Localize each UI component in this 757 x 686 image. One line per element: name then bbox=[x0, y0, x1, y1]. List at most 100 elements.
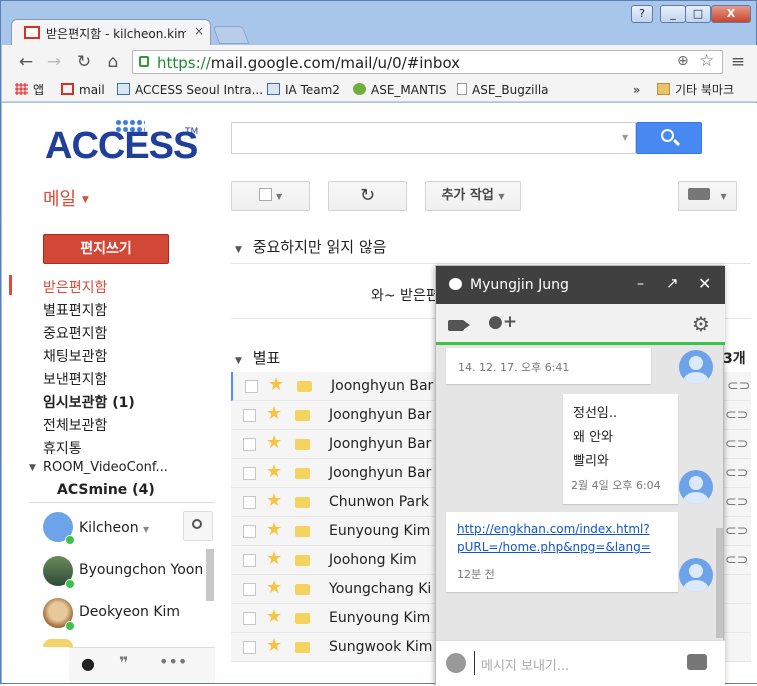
contacts-scrollbar[interactable] bbox=[206, 549, 214, 601]
bookmark-star-icon[interactable]: ☆ bbox=[699, 51, 714, 71]
star-icon[interactable]: ★ bbox=[266, 433, 282, 453]
settings-gear-icon[interactable]: ⚙ bbox=[692, 312, 710, 336]
nav-important[interactable]: 중요편지함 bbox=[43, 323, 107, 343]
forward-icon[interactable]: → bbox=[43, 52, 65, 72]
search-dropdown-icon[interactable]: ▼ bbox=[622, 133, 628, 142]
bookmark-bugzilla[interactable]: ASE_Bugzilla bbox=[457, 81, 549, 99]
lock-icon bbox=[139, 56, 149, 67]
row-checkbox[interactable] bbox=[243, 467, 256, 480]
nav-trash[interactable]: 휴지통 bbox=[43, 438, 82, 458]
row-sender: Eunyoung Kim bbox=[329, 610, 431, 626]
chat-window: Myungjin Jung – ↗ ✕ ●+ ⚙ 14. 12. 17. 오후 … bbox=[435, 265, 725, 686]
more-actions-button[interactable]: 추가 작업 ▼ bbox=[425, 181, 521, 211]
nav-chats[interactable]: 채팅보관함 bbox=[43, 346, 107, 366]
logo-text: ACCESS bbox=[45, 125, 198, 167]
nav-acsmine-label[interactable]: ACSmine (4) bbox=[57, 482, 155, 498]
nav-all-mail[interactable]: 전체보관함 bbox=[43, 415, 107, 435]
mail-menu[interactable]: 메일 ▼ bbox=[43, 185, 89, 211]
back-icon[interactable]: ← bbox=[15, 52, 37, 72]
compose-label: 편지쓰기 bbox=[80, 241, 132, 257]
tab-inbox[interactable]: 받은편지함 - kilcheon.kim × bbox=[11, 19, 211, 46]
star-icon[interactable]: ★ bbox=[266, 607, 282, 627]
my-status[interactable]: Kilcheon ▼ bbox=[79, 520, 149, 536]
nav-sent[interactable]: 보낸편지함 bbox=[43, 369, 107, 389]
message-input[interactable]: 메시지 보내기... bbox=[474, 651, 674, 675]
minimize-chat-icon[interactable]: – bbox=[637, 276, 644, 292]
row-sender: Eunyoung Kim bbox=[329, 523, 431, 539]
row-checkbox[interactable] bbox=[243, 409, 256, 422]
home-icon[interactable]: ⌂ bbox=[102, 52, 124, 72]
refresh-button[interactable]: ↻ bbox=[328, 181, 407, 211]
section-important-unread[interactable]: ▼ 중요하지만 읽지 않음 bbox=[235, 236, 386, 257]
select-all-button[interactable]: ▼ bbox=[231, 181, 310, 211]
bookmarks-overflow-icon[interactable]: » bbox=[633, 81, 640, 99]
row-checkbox[interactable] bbox=[243, 525, 256, 538]
close-chat-icon[interactable]: ✕ bbox=[698, 274, 711, 293]
star-icon[interactable]: ★ bbox=[266, 636, 282, 656]
chat-input-bar: 메시지 보내기... bbox=[436, 640, 725, 686]
row-checkbox[interactable] bbox=[243, 554, 256, 567]
contact-avatar[interactable] bbox=[43, 639, 73, 647]
star-icon[interactable]: ★ bbox=[266, 404, 282, 424]
tab-close-icon[interactable]: × bbox=[194, 24, 204, 38]
add-person-icon[interactable]: ●+ bbox=[488, 312, 517, 332]
zoom-icon[interactable]: ⊕ bbox=[677, 53, 689, 69]
row-checkbox[interactable] bbox=[243, 641, 256, 654]
camera-icon[interactable] bbox=[687, 654, 707, 670]
contact-name[interactable]: Deokyeon Kim bbox=[79, 604, 180, 620]
bookmark-ia-team2[interactable]: IA Team2 bbox=[267, 81, 340, 99]
popout-icon[interactable]: ↗ bbox=[666, 274, 679, 292]
new-tab-button[interactable] bbox=[212, 26, 250, 44]
chevron-down-icon: ▼ bbox=[81, 195, 89, 205]
nav-room-label[interactable]: ROOM_VideoConf... bbox=[43, 460, 168, 475]
bookmark-mail[interactable]: mail bbox=[61, 81, 105, 99]
nav-starred[interactable]: 별표편지함 bbox=[43, 300, 107, 320]
row-checkbox[interactable] bbox=[245, 380, 258, 393]
nav-drafts[interactable]: 임시보관함 (1) bbox=[43, 392, 135, 412]
star-icon[interactable]: ★ bbox=[268, 375, 284, 395]
person-icon[interactable]: ● bbox=[81, 654, 95, 673]
bookmark-access-intra[interactable]: ACCESS Seoul Intra... bbox=[117, 81, 263, 99]
message-link[interactable]: http://engkhan.com/index.html? pURL=/home… bbox=[457, 520, 651, 556]
contact-name[interactable]: Byoungchon Yoon bbox=[79, 562, 203, 578]
row-sender: Youngchang Ki bbox=[329, 581, 432, 597]
access-logo[interactable]: ACCESS TM bbox=[45, 119, 205, 167]
chat-scrollbar[interactable] bbox=[716, 528, 723, 638]
star-icon[interactable]: ★ bbox=[266, 520, 282, 540]
url-scheme: https:// bbox=[157, 54, 211, 72]
search-input[interactable]: ▼ bbox=[231, 122, 636, 154]
bookmark-label: 앱 bbox=[33, 83, 45, 97]
contact-search-button[interactable] bbox=[183, 511, 213, 541]
video-call-icon[interactable] bbox=[448, 320, 464, 331]
attachment-icon: ⊂⊃ bbox=[727, 378, 751, 394]
hangouts-icon[interactable]: ❞ bbox=[119, 653, 128, 672]
nav-inbox[interactable]: 받은편지함 bbox=[43, 277, 107, 297]
input-tools-button[interactable]: ▼ bbox=[678, 181, 737, 211]
row-checkbox[interactable] bbox=[243, 583, 256, 596]
star-icon[interactable]: ★ bbox=[266, 491, 282, 511]
more-icon[interactable]: ••• bbox=[159, 652, 187, 671]
address-bar[interactable]: https://mail.google.com/mail/u/0/#inbox … bbox=[132, 50, 723, 74]
emoji-icon[interactable] bbox=[446, 653, 466, 673]
compose-button[interactable]: 편지쓰기 bbox=[43, 234, 169, 264]
expand-arrow-icon[interactable]: ▼ bbox=[29, 463, 36, 473]
star-icon[interactable]: ★ bbox=[266, 578, 282, 598]
maximize-button[interactable]: □ bbox=[685, 5, 711, 23]
bookmark-other[interactable]: 기타 북마크 bbox=[657, 81, 734, 99]
star-icon[interactable]: ★ bbox=[266, 462, 282, 482]
bookmark-mantis[interactable]: ASE_MANTIS bbox=[353, 81, 446, 99]
gmail-icon bbox=[61, 83, 74, 95]
section-starred[interactable]: ▼ 별표 bbox=[235, 347, 280, 368]
bookmark-apps[interactable]: 앱 bbox=[15, 81, 44, 99]
search-button[interactable] bbox=[636, 122, 702, 154]
reload-icon[interactable]: ↻ bbox=[73, 52, 95, 72]
close-window-button[interactable]: X bbox=[711, 5, 751, 23]
row-checkbox[interactable] bbox=[243, 438, 256, 451]
row-checkbox[interactable] bbox=[243, 496, 256, 509]
chat-header[interactable]: Myungjin Jung – ↗ ✕ bbox=[436, 266, 725, 304]
star-icon[interactable]: ★ bbox=[266, 549, 282, 569]
menu-icon[interactable]: ≡ bbox=[727, 52, 749, 72]
minimize-button[interactable]: _ bbox=[660, 5, 686, 23]
row-checkbox[interactable] bbox=[243, 612, 256, 625]
help-button[interactable]: ? bbox=[631, 5, 653, 23]
